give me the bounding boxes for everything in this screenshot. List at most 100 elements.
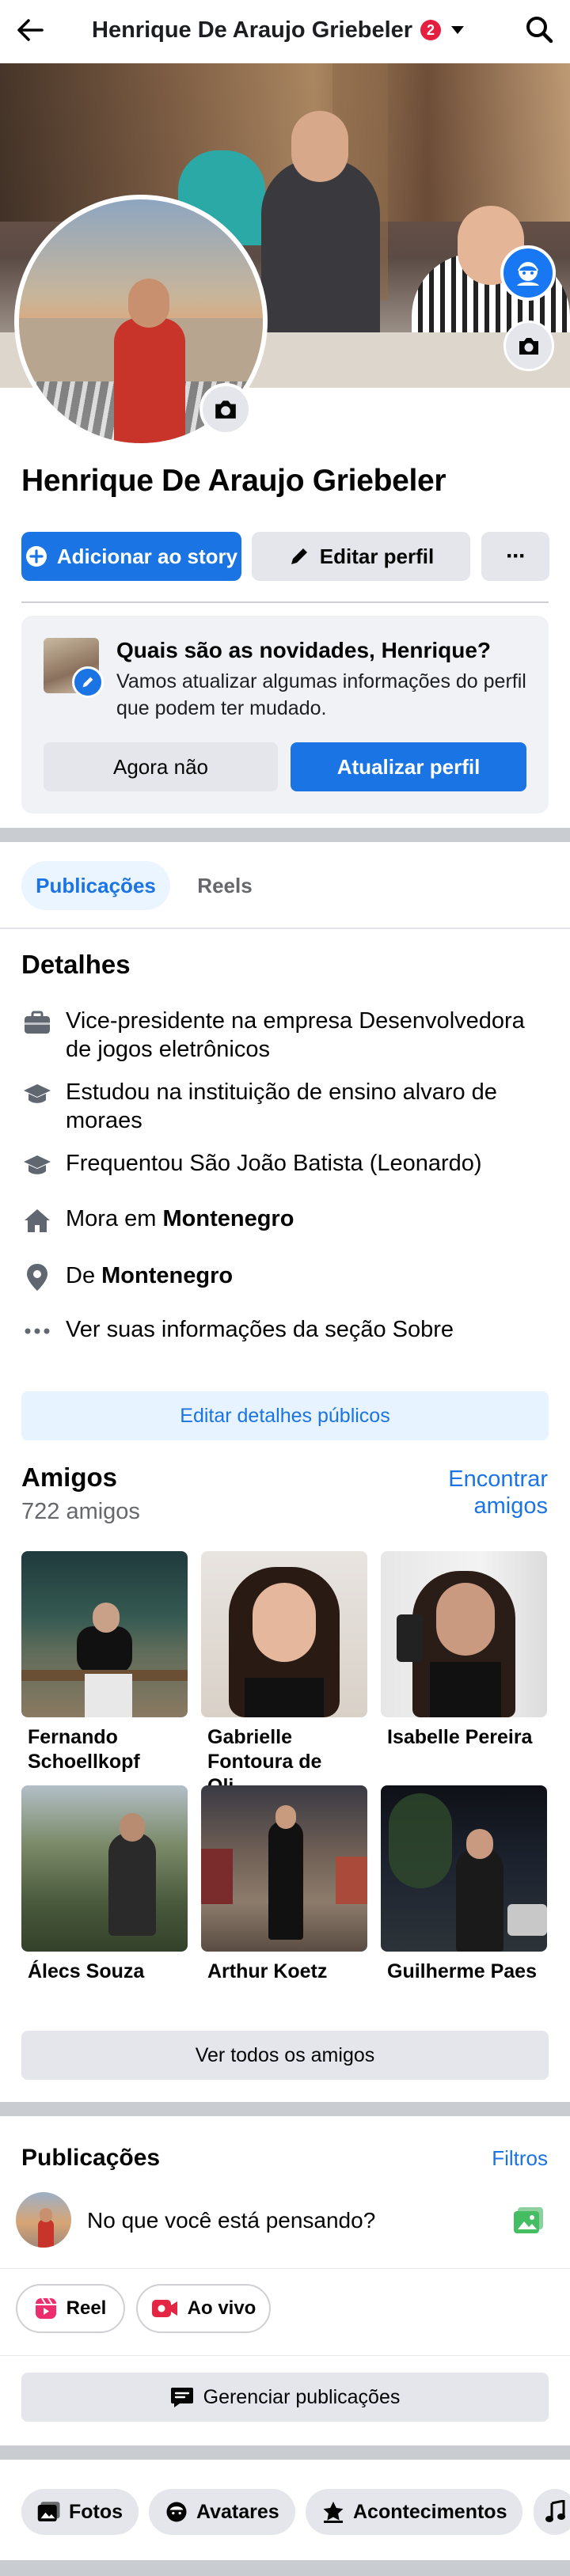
friend-name: Isabelle Pereira bbox=[387, 1726, 533, 1748]
lives-city[interactable]: Montenegro bbox=[162, 1206, 294, 1231]
detail-about-link[interactable]: Ver suas informações da seção Sobre bbox=[21, 1315, 549, 1347]
top-bar: Henrique De Araujo Griebeler 2 bbox=[0, 0, 570, 60]
ellipsis-icon bbox=[21, 1315, 53, 1347]
friend-photo bbox=[381, 1551, 547, 1717]
chip-avatars[interactable]: Avatares bbox=[149, 2489, 295, 2535]
friend-name: Arthur Koetz bbox=[207, 1960, 328, 1982]
from-prefix: De bbox=[66, 1263, 102, 1288]
section-separator bbox=[0, 2102, 570, 2116]
location-pin-icon bbox=[21, 1261, 53, 1293]
friend-name: Fernando Schoellkopf bbox=[28, 1726, 140, 1773]
add-story-label: Adicionar ao story bbox=[56, 544, 238, 568]
card-description: Vamos atualizar algumas informações do p… bbox=[116, 670, 526, 719]
friends-title: Amigos bbox=[21, 1463, 118, 1492]
update-profile-button[interactable]: Atualizar perfil bbox=[291, 742, 526, 791]
detail-education: Estudou na instituição de ensino alvaro … bbox=[21, 1078, 549, 1135]
reel-button[interactable]: Reel bbox=[16, 2284, 125, 2333]
friend-photo bbox=[21, 1785, 188, 1952]
chip-photos-label: Fotos bbox=[69, 2500, 124, 2523]
live-button[interactable]: Ao vivo bbox=[136, 2284, 271, 2333]
posts-title: Publicações bbox=[21, 2145, 161, 2171]
graduation-cap-icon bbox=[21, 1149, 53, 1181]
more-options-button[interactable]: ··· bbox=[481, 532, 549, 581]
chip-life-events-label: Acontecimentos bbox=[353, 2500, 507, 2523]
card-heading: Quais são as novidades, Henrique? bbox=[116, 638, 492, 662]
notification-badge: 2 bbox=[420, 20, 442, 40]
filters-link[interactable]: Filtros bbox=[492, 2146, 548, 2171]
detail-from: De Montenegro bbox=[21, 1261, 549, 1293]
friend-photo bbox=[201, 1551, 367, 1717]
chip-photos[interactable]: Fotos bbox=[21, 2489, 139, 2535]
not-now-button[interactable]: Agora não bbox=[44, 742, 278, 791]
chip-life-events[interactable]: Acontecimentos bbox=[306, 2489, 523, 2535]
edit-profile-button[interactable]: Editar perfil bbox=[252, 532, 470, 581]
friend-card[interactable]: Álecs Souza bbox=[21, 1785, 188, 1984]
friend-photo bbox=[201, 1785, 367, 1952]
header-title: Henrique De Araujo Griebeler bbox=[92, 17, 413, 43]
add-story-button[interactable]: Adicionar ao story bbox=[21, 532, 241, 581]
section-separator bbox=[0, 2560, 570, 2576]
detail-lives-in: Mora em Montenegro bbox=[21, 1205, 549, 1236]
friend-card[interactable]: Gabrielle Fontoura de Oli… bbox=[201, 1551, 367, 1799]
graduation-cap-icon bbox=[21, 1078, 53, 1110]
find-friends-link[interactable]: Encontrar amigos bbox=[405, 1466, 548, 1519]
profile-camera-icon[interactable] bbox=[200, 383, 252, 435]
profile-name: Henrique De Araujo Griebeler bbox=[21, 464, 446, 498]
avatar-face-icon bbox=[166, 2502, 187, 2522]
search-icon[interactable] bbox=[522, 13, 556, 46]
friends-count: 722 amigos bbox=[21, 1499, 140, 1524]
detail-work-text: Vice-presidente na empresa Desenvolvedor… bbox=[66, 1008, 525, 1062]
about-link-text: Ver suas informações da seção Sobre bbox=[66, 1317, 454, 1342]
divider bbox=[0, 2355, 570, 2356]
friend-card[interactable]: Isabelle Pereira bbox=[381, 1551, 547, 1750]
back-arrow-icon[interactable] bbox=[14, 14, 46, 46]
edit-public-details-button[interactable]: Editar detalhes públicos bbox=[21, 1391, 549, 1440]
friend-photo bbox=[381, 1785, 547, 1952]
manage-posts-button[interactable]: Gerenciar publicações bbox=[21, 2373, 549, 2422]
avatar-face-icon bbox=[517, 262, 539, 286]
friend-card[interactable]: Guilherme Paes bbox=[381, 1785, 547, 1984]
tab-publicacoes[interactable]: Publicações bbox=[21, 861, 170, 910]
avatar[interactable] bbox=[16, 2192, 71, 2248]
cover-camera-icon[interactable] bbox=[504, 321, 554, 371]
profile-update-card: Quais são as novidades, Henrique? Vamos … bbox=[21, 616, 549, 814]
manage-posts-label: Gerenciar publicações bbox=[203, 2385, 401, 2408]
tab-reels[interactable]: Reels bbox=[180, 861, 269, 910]
see-all-friends-button[interactable]: Ver todos os amigos bbox=[21, 2031, 549, 2080]
chip-music[interactable] bbox=[534, 2489, 570, 2535]
live-label: Ao vivo bbox=[187, 2297, 256, 2319]
pencil-icon bbox=[291, 548, 307, 564]
house-icon bbox=[21, 1205, 53, 1236]
photos-icon bbox=[37, 2502, 60, 2521]
profile-switcher[interactable]: Henrique De Araujo Griebeler 2 bbox=[92, 16, 466, 44]
friend-card[interactable]: Fernando Schoellkopf bbox=[21, 1551, 188, 1774]
chip-avatars-label: Avatares bbox=[196, 2500, 279, 2523]
section-separator bbox=[0, 2445, 570, 2460]
detail-work: Vice-presidente na empresa Desenvolvedor… bbox=[21, 1007, 549, 1064]
details-title: Detalhes bbox=[21, 950, 131, 979]
music-note-icon bbox=[545, 2500, 565, 2522]
divider bbox=[21, 601, 549, 603]
composer-input[interactable]: No que você está pensando? bbox=[87, 2208, 375, 2233]
friend-card[interactable]: Arthur Koetz bbox=[201, 1785, 367, 1984]
more-options-label: ··· bbox=[506, 543, 526, 569]
from-city[interactable]: Montenegro bbox=[101, 1263, 233, 1288]
friend-name: Álecs Souza bbox=[28, 1960, 145, 1982]
friend-name: Guilherme Paes bbox=[387, 1960, 537, 1982]
plus-circle-icon bbox=[25, 546, 47, 567]
detail-school: Frequentou São João Batista (Leonardo) bbox=[21, 1149, 549, 1181]
photo-icon[interactable] bbox=[513, 2206, 545, 2235]
divider bbox=[0, 2268, 570, 2269]
tabs-divider bbox=[0, 928, 570, 929]
section-separator bbox=[0, 828, 570, 842]
live-video-icon bbox=[151, 2300, 177, 2317]
detail-school-text: Frequentou São João Batista (Leonardo) bbox=[66, 1151, 482, 1176]
lives-prefix: Mora em bbox=[66, 1206, 163, 1231]
pencil-badge-icon bbox=[72, 666, 104, 698]
caret-down-icon bbox=[449, 21, 466, 39]
detail-education-text: Estudou na instituição de ensino alvaro … bbox=[66, 1079, 497, 1133]
briefcase-icon bbox=[21, 1007, 53, 1038]
avatar-edit-button[interactable] bbox=[500, 245, 556, 301]
edit-profile-label: Editar perfil bbox=[319, 544, 435, 568]
chat-bubble-icon bbox=[170, 2388, 193, 2407]
